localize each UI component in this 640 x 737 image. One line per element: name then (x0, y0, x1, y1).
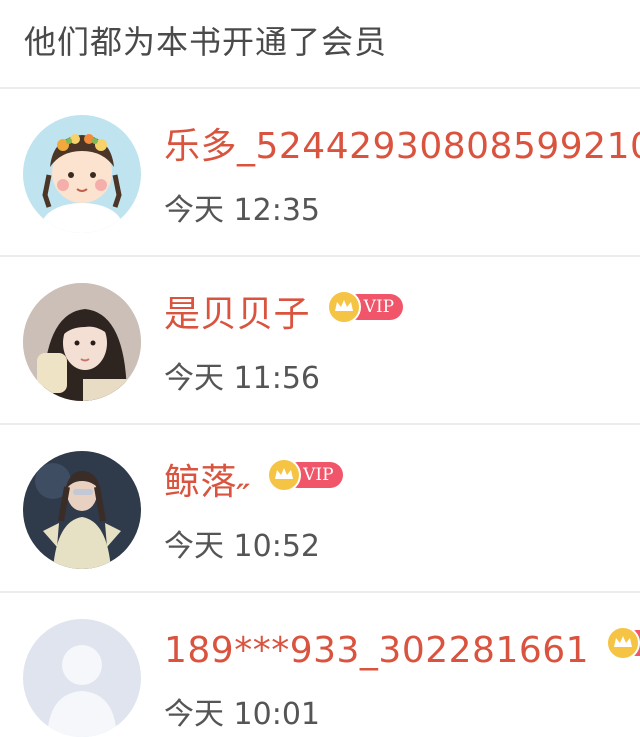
username[interactable]: 乐多_5244293080859921​0 (164, 123, 640, 171)
vip-badge: VIP (266, 458, 343, 492)
page-title: 他们都为本书开通了会员 (24, 23, 388, 61)
timestamp: 今天 10:01 (164, 697, 320, 732)
photo-woman-avatar-icon (23, 451, 141, 569)
vip-badge: VIP (606, 626, 640, 660)
crown-icon (606, 626, 640, 660)
crown-icon (327, 290, 362, 324)
photo-girl-avatar-icon (23, 283, 141, 401)
name-line: 鲸落˶ VIP (164, 458, 343, 511)
timestamp: 今天 11:56 (164, 361, 320, 396)
default-avatar-icon (23, 619, 141, 737)
crown-icon (266, 458, 301, 492)
name-line: 是贝贝子 VIP (164, 290, 404, 343)
list-item[interactable]: 是贝贝子 VIP 今天 11:56 (0, 257, 640, 423)
timestamp: 今天 12:35 (164, 193, 320, 228)
vip-badge: VIP (327, 290, 404, 324)
header: 他们都为本书开通了会员 (0, 0, 640, 88)
cartoon-girl-avatar-icon (23, 115, 141, 233)
list-item[interactable]: 鲸落˶ VIP 今天 10:52 (0, 425, 640, 591)
avatar[interactable] (23, 283, 141, 401)
avatar[interactable] (23, 619, 141, 737)
username[interactable]: 鲸落˶ (164, 459, 250, 507)
list-item[interactable]: 189***933_302281661 VIP 今天 10:01 (0, 593, 640, 737)
avatar[interactable] (23, 115, 141, 233)
username[interactable]: 189***933_302281661 (164, 627, 589, 675)
member-list-page: 他们都为本书开通了会员 (0, 0, 640, 737)
timestamp: 今天 10:52 (164, 529, 320, 564)
username[interactable]: 是贝贝子 (164, 291, 310, 339)
name-line: 乐多_5244293080859921​0 (164, 123, 640, 175)
avatar[interactable] (23, 451, 141, 569)
list-item[interactable]: 乐多_5244293080859921​0 今天 12:35 (0, 89, 640, 255)
name-line: 189***933_302281661 VIP (164, 626, 640, 679)
